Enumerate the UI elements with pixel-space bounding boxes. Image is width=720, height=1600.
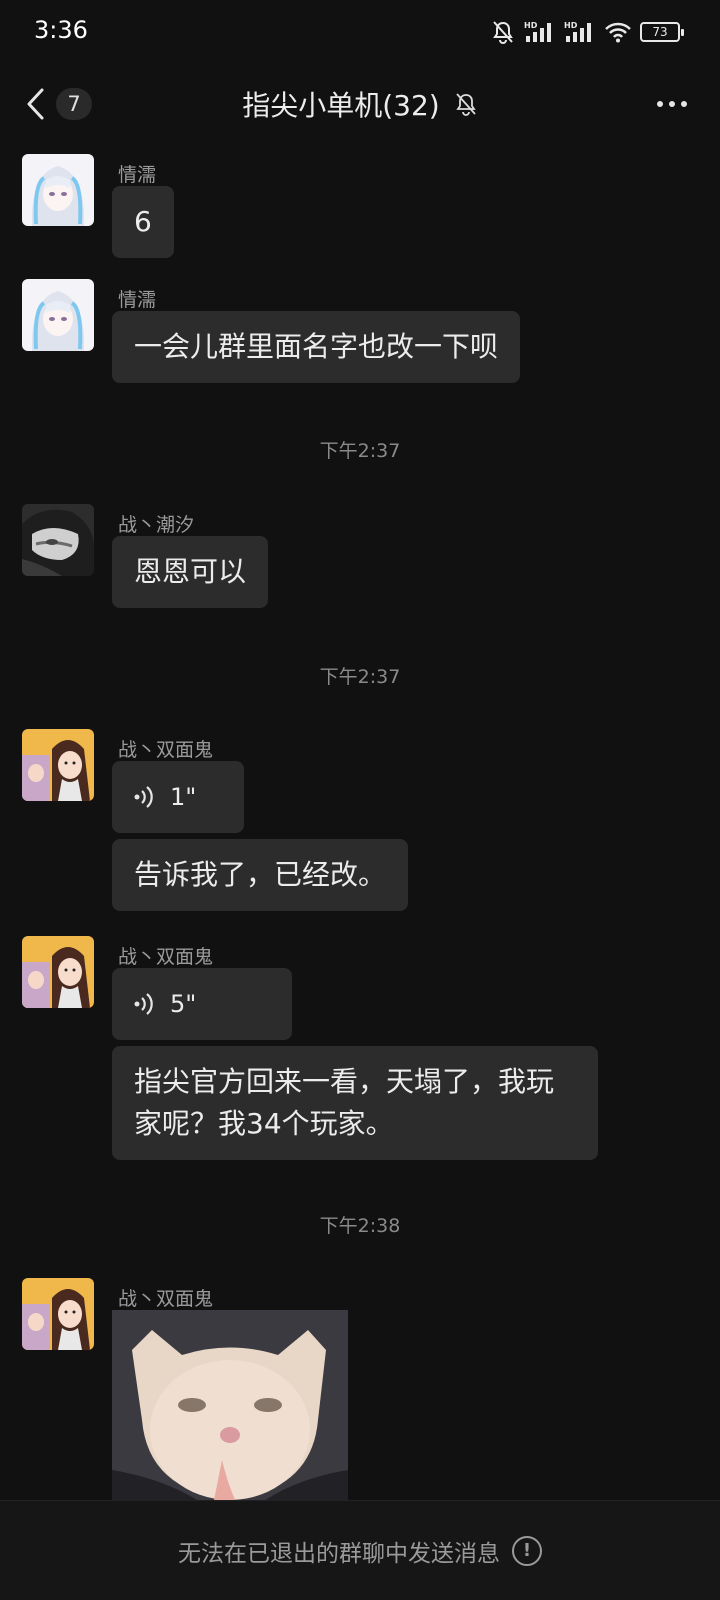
more-dot: [681, 101, 687, 107]
avatar[interactable]: [22, 1278, 94, 1350]
svg-text:HD: HD: [524, 21, 538, 30]
avatar[interactable]: [22, 279, 94, 351]
bell-off-icon: [456, 93, 476, 116]
mute-bell-icon: [493, 21, 513, 44]
chat-title: 指尖小单机(32): [242, 89, 440, 122]
status-time: 3:36: [34, 16, 88, 44]
input-disabled-bar: 无法在已退出的群聊中发送消息 !: [0, 1500, 720, 1600]
status-bar: 3:36 HD HD 73: [0, 0, 720, 64]
svg-text:HD: HD: [564, 21, 578, 30]
voice-message-bubble[interactable]: 1": [112, 761, 244, 833]
avatar[interactable]: [22, 936, 94, 1008]
avatar[interactable]: [22, 729, 94, 801]
timestamp: 下午2:38: [319, 1215, 401, 1237]
chat-title-area: 指尖小单机(32): [0, 84, 720, 124]
message-item: 战丶双面鬼: [22, 1278, 702, 1500]
sender-name: 战丶潮汐: [118, 514, 195, 536]
battery-level: 73: [652, 25, 668, 39]
chat-header: 7 指尖小单机(32): [0, 64, 720, 144]
sender-name: 战丶双面鬼: [118, 1288, 214, 1310]
message-list[interactable]: 情濡 6 情濡 一会儿群里面名字也改一下呗 下午2:37 战丶潮汐 恩恩可以 下…: [0, 144, 720, 1500]
voice-transcript-bubble[interactable]: 指尖官方回来一看，天塌了，我玩家呢？我34个玩家。: [112, 1046, 598, 1160]
voice-duration: 1": [170, 783, 197, 811]
sender-name: 情濡: [118, 164, 157, 186]
sender-name: 战丶双面鬼: [118, 739, 214, 761]
avatar[interactable]: [22, 504, 94, 576]
message-item: 情濡 6: [22, 154, 702, 264]
message-item: 战丶双面鬼 5" 指尖官方回来一看，天塌了，我玩家呢？我34个玩家。: [22, 936, 702, 1166]
voice-duration: 5": [170, 990, 197, 1018]
wifi-icon: [605, 22, 631, 43]
info-circle-icon[interactable]: !: [512, 1535, 542, 1566]
sender-name: 战丶双面鬼: [118, 946, 214, 968]
hd-signal-icon: HD: [524, 21, 551, 42]
avatar[interactable]: [22, 154, 94, 226]
cat-sticker-image[interactable]: [112, 1310, 348, 1500]
message-bubble[interactable]: 6: [112, 186, 174, 258]
more-dot: [657, 101, 663, 107]
more-dot: [669, 101, 675, 107]
message-item: 战丶潮汐 恩恩可以: [22, 504, 702, 614]
timestamp: 下午2:37: [319, 666, 401, 688]
battery-icon: 73: [640, 22, 684, 42]
voice-wave-icon: [134, 786, 153, 808]
message-bubble[interactable]: 一会儿群里面名字也改一下呗: [112, 311, 521, 383]
sender-name: 情濡: [118, 289, 157, 311]
hd-signal-icon: HD: [564, 21, 591, 42]
message-item: 情濡 一会儿群里面名字也改一下呗: [22, 279, 702, 389]
exited-group-notice: 无法在已退出的群聊中发送消息: [178, 1540, 500, 1567]
more-options-button[interactable]: [650, 86, 694, 122]
voice-transcript-bubble[interactable]: 告诉我了，已经改。: [112, 839, 409, 911]
voice-wave-icon: [134, 993, 153, 1015]
message-item: 战丶双面鬼 1" 告诉我了，已经改。: [22, 729, 702, 919]
status-icons: HD HD 73: [490, 18, 684, 46]
timestamp: 下午2:37: [319, 440, 401, 462]
voice-message-bubble[interactable]: 5": [112, 968, 292, 1040]
message-bubble[interactable]: 恩恩可以: [112, 536, 269, 608]
